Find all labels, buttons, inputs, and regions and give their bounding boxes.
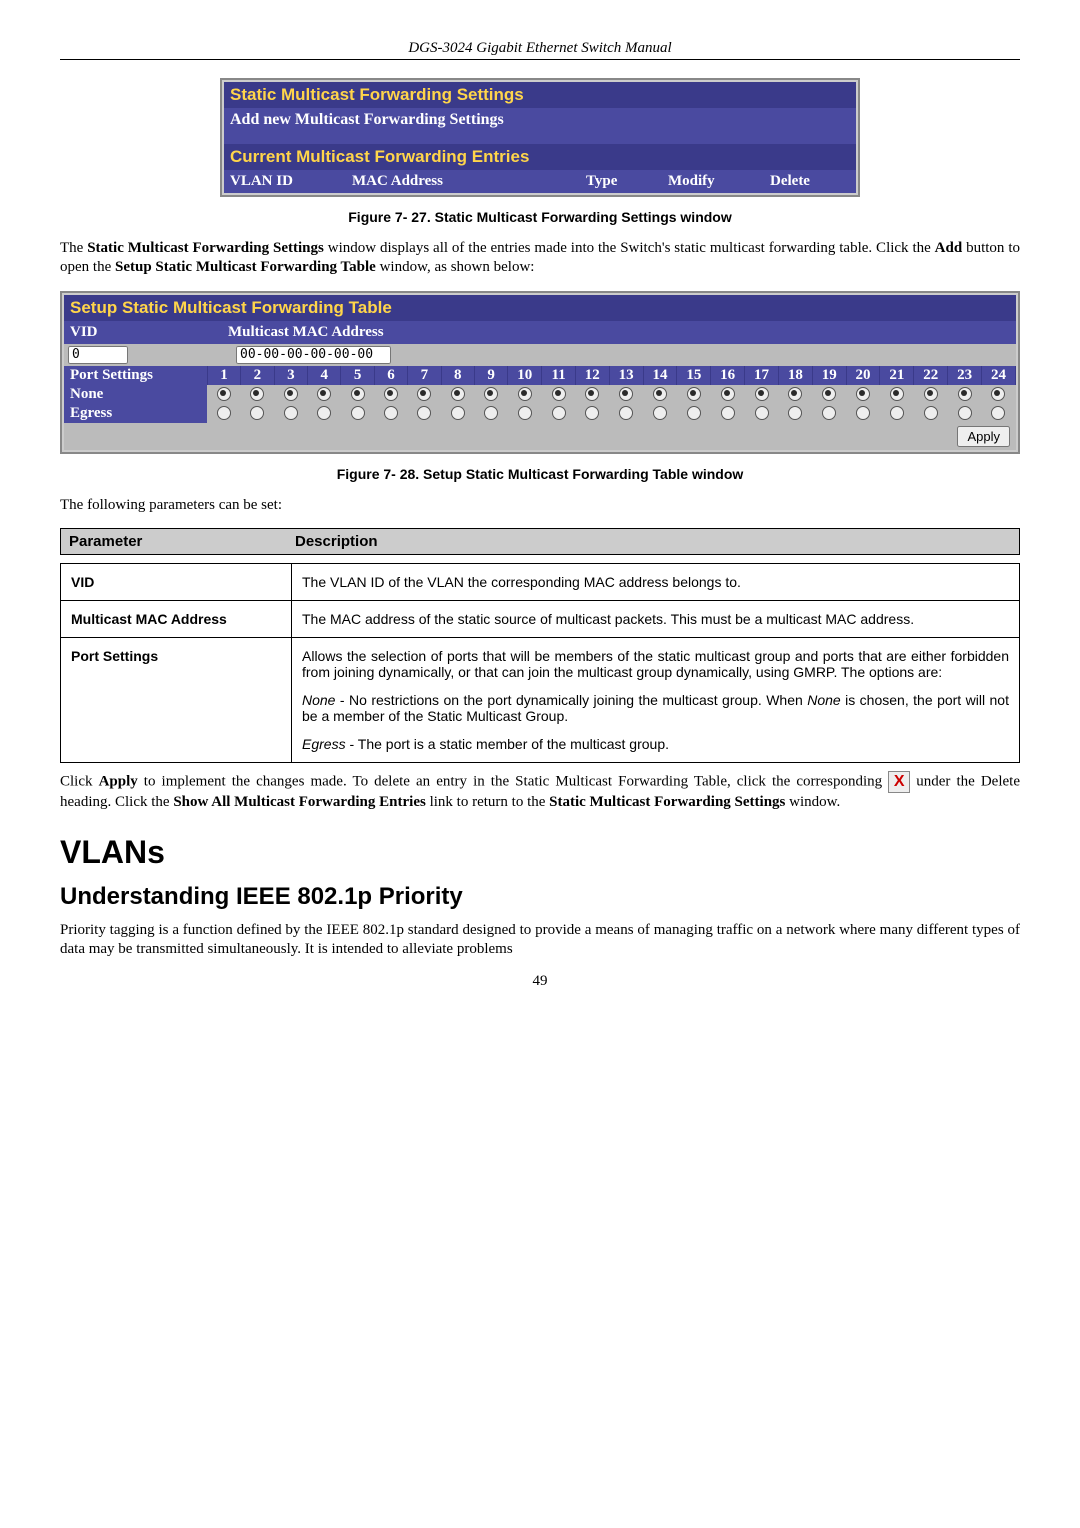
radio-egress-15[interactable] [687, 406, 701, 420]
radio-none-2[interactable] [250, 387, 264, 401]
page-number: 49 [60, 973, 1020, 990]
ports-table: Port Settings 12345678910111213141516171… [64, 366, 1016, 423]
param-ports-desc: Allows the selection of ports that will … [292, 638, 1020, 763]
figure-caption-28: Figure 7- 28. Setup Static Multicast For… [60, 466, 1020, 482]
param-col-desc: Description [287, 529, 1019, 554]
radio-none-23[interactable] [958, 387, 972, 401]
col-modify: Modify [662, 170, 764, 193]
mac-input[interactable] [236, 346, 391, 364]
radio-none-13[interactable] [619, 387, 633, 401]
figure-caption-27: Figure 7- 27. Static Multicast Forwardin… [60, 209, 1020, 225]
radio-none-1[interactable] [217, 387, 231, 401]
radio-egress-21[interactable] [890, 406, 904, 420]
radio-none-22[interactable] [924, 387, 938, 401]
entries-title: Current Multicast Forwarding Entries [224, 144, 856, 170]
radio-egress-5[interactable] [351, 406, 365, 420]
col-mac: MAC Address [346, 170, 580, 193]
window-title: Static Multicast Forwarding Settings [224, 82, 856, 108]
radio-none-24[interactable] [991, 387, 1005, 401]
radio-none-18[interactable] [788, 387, 802, 401]
body-para-3: Click Apply to implement the changes mad… [60, 771, 1020, 812]
param-vid-desc: The VLAN ID of the VLAN the correspondin… [292, 564, 1020, 601]
radio-none-10[interactable] [518, 387, 532, 401]
radio-egress-22[interactable] [924, 406, 938, 420]
radio-egress-11[interactable] [552, 406, 566, 420]
apply-button[interactable]: Apply [957, 426, 1010, 447]
spacer [224, 132, 856, 144]
col-delete: Delete [764, 170, 856, 193]
row-none-label: None [64, 385, 207, 404]
radio-egress-4[interactable] [317, 406, 331, 420]
radio-none-20[interactable] [856, 387, 870, 401]
radio-none-5[interactable] [351, 387, 365, 401]
radio-none-9[interactable] [484, 387, 498, 401]
param-mac-name: Multicast MAC Address [61, 601, 292, 638]
radio-egress-12[interactable] [585, 406, 599, 420]
row-egress-label: Egress [64, 404, 207, 423]
radio-egress-2[interactable] [250, 406, 264, 420]
screenshot-static-forwarding: Static Multicast Forwarding Settings Add… [220, 78, 860, 197]
radio-egress-18[interactable] [788, 406, 802, 420]
body-para-4: Priority tagging is a function defined b… [60, 921, 1020, 959]
body-para-1: The Static Multicast Forwarding Settings… [60, 239, 1020, 277]
radio-egress-3[interactable] [284, 406, 298, 420]
window-title-2: Setup Static Multicast Forwarding Table [64, 295, 1016, 321]
section-heading-vlans: VLANs [60, 834, 1020, 871]
vid-label: VID [64, 321, 224, 344]
radio-none-14[interactable] [653, 387, 667, 401]
radio-none-7[interactable] [417, 387, 431, 401]
sub-header: Add new Multicast Forwarding Settings [224, 108, 856, 132]
radio-egress-13[interactable] [619, 406, 633, 420]
ports-heading: Port Settings [64, 366, 207, 385]
vid-input[interactable] [68, 346, 128, 364]
screenshot-setup-table: Setup Static Multicast Forwarding Table … [60, 291, 1020, 454]
radio-none-19[interactable] [822, 387, 836, 401]
radio-none-8[interactable] [451, 387, 465, 401]
col-vlanid: VLAN ID [224, 170, 346, 193]
body-para-2: The following parameters can be set: [60, 496, 1020, 515]
param-header: Parameter Description [60, 528, 1020, 555]
param-vid-name: VID [61, 564, 292, 601]
param-col-name: Parameter [61, 529, 287, 554]
radio-none-17[interactable] [755, 387, 769, 401]
radio-none-4[interactable] [317, 387, 331, 401]
ports-p1: Allows the selection of ports that will … [302, 648, 1009, 680]
delete-x-icon: X [888, 771, 910, 793]
radio-egress-6[interactable] [384, 406, 398, 420]
radio-egress-19[interactable] [822, 406, 836, 420]
radio-egress-14[interactable] [653, 406, 667, 420]
param-mac-desc: The MAC address of the static source of … [292, 601, 1020, 638]
col-type: Type [580, 170, 662, 193]
radio-none-21[interactable] [890, 387, 904, 401]
radio-none-12[interactable] [585, 387, 599, 401]
radio-none-15[interactable] [687, 387, 701, 401]
radio-none-11[interactable] [552, 387, 566, 401]
radio-egress-17[interactable] [755, 406, 769, 420]
entries-table: VLAN ID MAC Address Type Modify Delete [224, 170, 856, 193]
radio-egress-8[interactable] [451, 406, 465, 420]
radio-none-6[interactable] [384, 387, 398, 401]
radio-egress-16[interactable] [721, 406, 735, 420]
param-ports-name: Port Settings [61, 638, 292, 763]
radio-egress-7[interactable] [417, 406, 431, 420]
radio-egress-9[interactable] [484, 406, 498, 420]
mac-label: Multicast MAC Address [224, 321, 1016, 344]
params-table: VID The VLAN ID of the VLAN the correspo… [60, 563, 1020, 763]
radio-none-3[interactable] [284, 387, 298, 401]
radio-egress-24[interactable] [991, 406, 1005, 420]
doc-header: DGS-3024 Gigabit Ethernet Switch Manual [60, 40, 1020, 60]
radio-egress-1[interactable] [217, 406, 231, 420]
radio-egress-23[interactable] [958, 406, 972, 420]
radio-none-16[interactable] [721, 387, 735, 401]
radio-egress-20[interactable] [856, 406, 870, 420]
radio-egress-10[interactable] [518, 406, 532, 420]
section-heading-priority: Understanding IEEE 802.1p Priority [60, 883, 1020, 911]
